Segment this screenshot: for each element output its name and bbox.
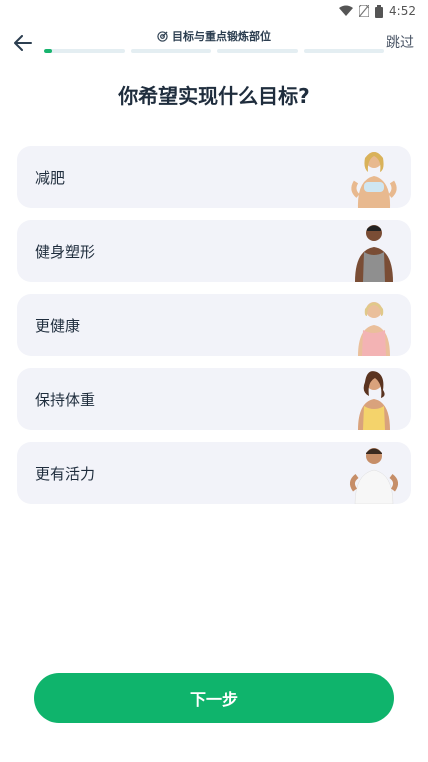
goal-option-build-muscle[interactable]: 健身塑形 bbox=[17, 220, 411, 282]
woman-athletic-avatar-icon bbox=[351, 152, 397, 208]
progress-fill bbox=[44, 49, 53, 53]
progress-segment-2 bbox=[130, 49, 211, 53]
goal-options-list: 减肥 健身塑形 更健康 保持体重 更有活力 bbox=[17, 146, 411, 516]
option-label: 健身塑形 bbox=[35, 242, 96, 261]
skip-button[interactable]: 跳过 bbox=[386, 32, 414, 52]
goal-option-more-energy[interactable]: 更有活力 bbox=[17, 442, 411, 504]
man-muscular-avatar-icon bbox=[355, 225, 393, 282]
man-white-tee-avatar-icon bbox=[349, 448, 399, 504]
option-label: 保持体重 bbox=[35, 390, 96, 409]
status-time: 4:52 bbox=[389, 4, 416, 18]
battery-icon bbox=[375, 4, 384, 18]
progress-segment-1 bbox=[44, 49, 125, 53]
target-icon bbox=[157, 30, 168, 42]
page-title: 你希望实现什么目标? bbox=[118, 84, 310, 108]
progress-bar bbox=[44, 49, 384, 53]
woman-yellow-top-avatar-icon bbox=[358, 371, 390, 430]
option-label: 更有活力 bbox=[35, 464, 96, 483]
older-woman-avatar-icon bbox=[358, 302, 390, 356]
goal-option-lose-weight[interactable]: 减肥 bbox=[17, 146, 411, 208]
progress-segment-4 bbox=[303, 49, 384, 53]
progress-segment-3 bbox=[217, 49, 298, 53]
next-button[interactable]: 下一步 bbox=[34, 673, 394, 723]
goal-option-maintain-weight[interactable]: 保持体重 bbox=[17, 368, 411, 430]
status-bar: 4:52 bbox=[0, 0, 428, 22]
wifi-icon bbox=[339, 5, 354, 16]
option-label: 更健康 bbox=[35, 316, 81, 335]
step-title-text: 目标与重点锻炼部位 bbox=[172, 30, 271, 43]
step-title: 目标与重点锻炼部位 bbox=[0, 28, 428, 44]
goal-option-healthier[interactable]: 更健康 bbox=[17, 294, 411, 356]
no-sim-icon bbox=[359, 5, 370, 17]
option-label: 减肥 bbox=[35, 168, 66, 187]
